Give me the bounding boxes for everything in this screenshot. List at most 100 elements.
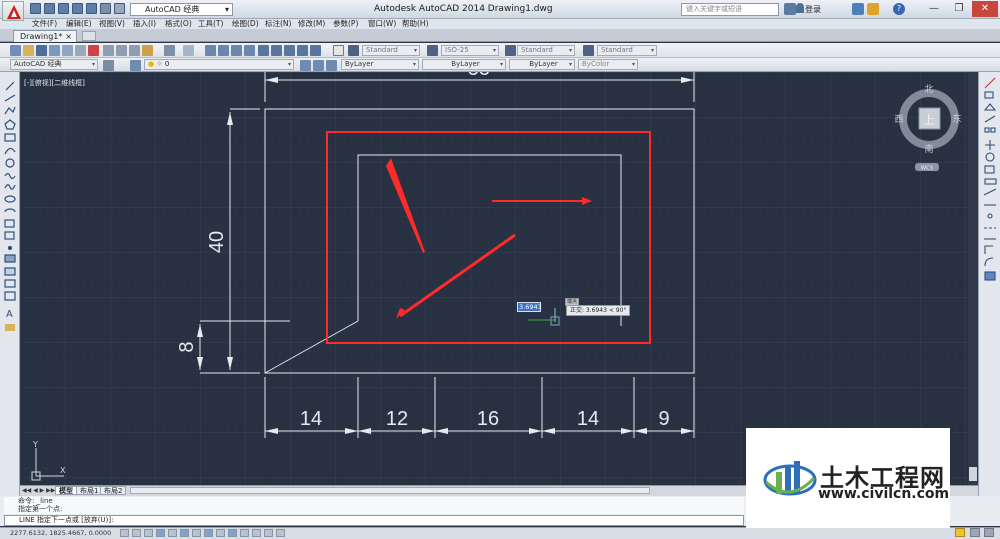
grid-display-toggle[interactable] [144, 529, 153, 537]
paste-icon[interactable] [129, 45, 140, 56]
vertical-scrollbar[interactable] [968, 72, 978, 485]
tab-model[interactable]: 模型 [55, 486, 77, 495]
layer-properties-icon[interactable] [130, 60, 141, 71]
sheet-set-icon[interactable] [297, 45, 308, 56]
zoom-window-icon[interactable] [231, 45, 242, 56]
dynamic-input-field[interactable]: 3.6943 [517, 302, 542, 312]
3d-object-snap-toggle[interactable] [192, 529, 201, 537]
menu-dimension[interactable]: 标注(N) [265, 19, 291, 29]
user-icon[interactable] [796, 3, 804, 13]
properties-icon[interactable] [258, 45, 269, 56]
help-icon[interactable]: ? [893, 3, 905, 15]
menu-insert[interactable]: 插入(I) [133, 19, 156, 29]
layer-states-icon[interactable] [326, 60, 337, 71]
save-icon[interactable] [36, 45, 47, 56]
search-input[interactable]: 键入关键字或短语 [681, 3, 779, 16]
dynamic-ucs-toggle[interactable] [216, 529, 225, 537]
plotstyle-select[interactable]: ByColor ▾ [578, 59, 638, 70]
snap-mode-toggle[interactable] [132, 529, 141, 537]
workspace-switch-select[interactable]: AutoCAD 经典 ▾ [10, 59, 98, 70]
new-icon[interactable] [10, 45, 21, 56]
lineweight-toggle[interactable] [240, 529, 249, 537]
undo-icon[interactable] [100, 3, 111, 14]
autodesk-360-icon[interactable] [867, 3, 879, 15]
compass-south-label[interactable]: 南 [924, 143, 933, 155]
notification-icon[interactable] [955, 528, 965, 537]
selection-cycling-toggle[interactable] [276, 529, 285, 537]
save-icon[interactable] [58, 3, 69, 14]
copy-icon[interactable] [116, 45, 127, 56]
menu-draw[interactable]: 绘图(D) [232, 19, 259, 29]
viewport-controls-label[interactable]: [-][俯视][二维线框] [24, 78, 85, 88]
clean-screen-icon[interactable] [970, 528, 980, 537]
menu-parametric[interactable]: 参数(P) [333, 19, 358, 29]
menu-view[interactable]: 视图(V) [99, 19, 125, 29]
zoom-realtime-icon[interactable] [218, 45, 229, 56]
login-link[interactable]: 登录 [805, 4, 821, 15]
saveas-icon[interactable] [72, 3, 83, 14]
tab-layout1[interactable]: 布局1 [76, 486, 103, 495]
document-tab[interactable]: Drawing1* × [13, 30, 77, 42]
design-center-icon[interactable] [271, 45, 282, 56]
redo-icon[interactable] [114, 3, 125, 14]
compass-east-label[interactable]: 东 [952, 113, 961, 125]
dimension-style-select[interactable]: ISO-25 ▾ [441, 45, 499, 56]
layer-previous-icon[interactable] [313, 60, 324, 71]
make-current-layer-icon[interactable] [300, 60, 311, 71]
exchange-icon[interactable] [852, 3, 864, 15]
layer-select[interactable]: ● ☼ 0 ▾ [144, 59, 294, 70]
tab-layout2[interactable]: 布局2 [100, 486, 127, 495]
plot-preview-icon[interactable] [62, 45, 73, 56]
plot-icon[interactable] [49, 45, 60, 56]
scrollbar-thumb[interactable] [969, 467, 977, 481]
cut-icon[interactable] [103, 45, 114, 56]
dimension-style-icon[interactable] [427, 45, 438, 56]
search-icon[interactable] [784, 3, 796, 15]
ortho-mode-toggle[interactable] [156, 529, 165, 537]
polar-tracking-toggle[interactable] [168, 529, 177, 537]
infer-constraints-toggle[interactable] [120, 529, 129, 537]
menu-format[interactable]: 格式(O) [165, 19, 192, 29]
open-icon[interactable] [44, 3, 55, 14]
minimize-button[interactable]: — [922, 1, 946, 17]
object-snap-tracking-toggle[interactable] [204, 529, 213, 537]
compass-west-label[interactable]: 西 [894, 114, 903, 125]
pan-icon[interactable] [205, 45, 216, 56]
quick-properties-toggle[interactable] [264, 529, 273, 537]
linetype-select[interactable]: ByLayer ▾ [422, 59, 506, 70]
tab-nav-arrows-icon[interactable]: ◀◀ ◀ ▶ ▶▶ [22, 487, 55, 494]
tool-palettes-icon[interactable] [284, 45, 295, 56]
menu-window[interactable]: 窗口(W) [368, 19, 396, 29]
text-style-icon[interactable] [348, 45, 359, 56]
maximize-button[interactable]: ❐ [947, 1, 971, 17]
menu-modify[interactable]: 修改(M) [298, 19, 325, 29]
workspace-select[interactable]: AutoCAD 经典 ▾ [130, 3, 233, 16]
object-snap-toggle[interactable] [180, 529, 189, 537]
application-menu-button[interactable] [2, 1, 24, 21]
menu-edit[interactable]: 编辑(E) [66, 19, 92, 29]
viewcube[interactable]: 上 北 南 东 西 WCS [893, 82, 968, 172]
dynamic-input-toggle[interactable] [228, 529, 237, 537]
publish-icon[interactable] [75, 45, 86, 56]
zoom-previous-icon[interactable] [244, 45, 255, 56]
match-properties-icon[interactable] [142, 45, 153, 56]
menu-tools[interactable]: 工具(T) [198, 19, 223, 29]
new-icon[interactable] [30, 3, 41, 14]
multileader-style-select[interactable]: Standard ▾ [597, 45, 657, 56]
markup-icon[interactable] [310, 45, 321, 56]
new-tab-button[interactable] [82, 31, 96, 41]
open-icon[interactable] [23, 45, 34, 56]
undo-icon[interactable] [164, 45, 175, 56]
multileader-style-icon[interactable] [583, 45, 594, 56]
color-select[interactable]: ByLayer ▾ [341, 59, 419, 70]
coordinate-readout[interactable]: 2277.6132, 1825.4667, 0.0000 [10, 529, 111, 537]
menu-file[interactable]: 文件(F) [32, 19, 57, 29]
status-menu-icon[interactable] [984, 528, 994, 537]
help-icon[interactable] [333, 45, 344, 56]
close-icon[interactable]: × [65, 31, 72, 42]
table-style-icon[interactable] [505, 45, 516, 56]
close-button[interactable]: ✕ [972, 1, 998, 17]
horizontal-scrollbar[interactable] [130, 487, 650, 494]
compass-north-label[interactable]: 北 [924, 84, 933, 95]
menu-help[interactable]: 帮助(H) [402, 19, 429, 29]
